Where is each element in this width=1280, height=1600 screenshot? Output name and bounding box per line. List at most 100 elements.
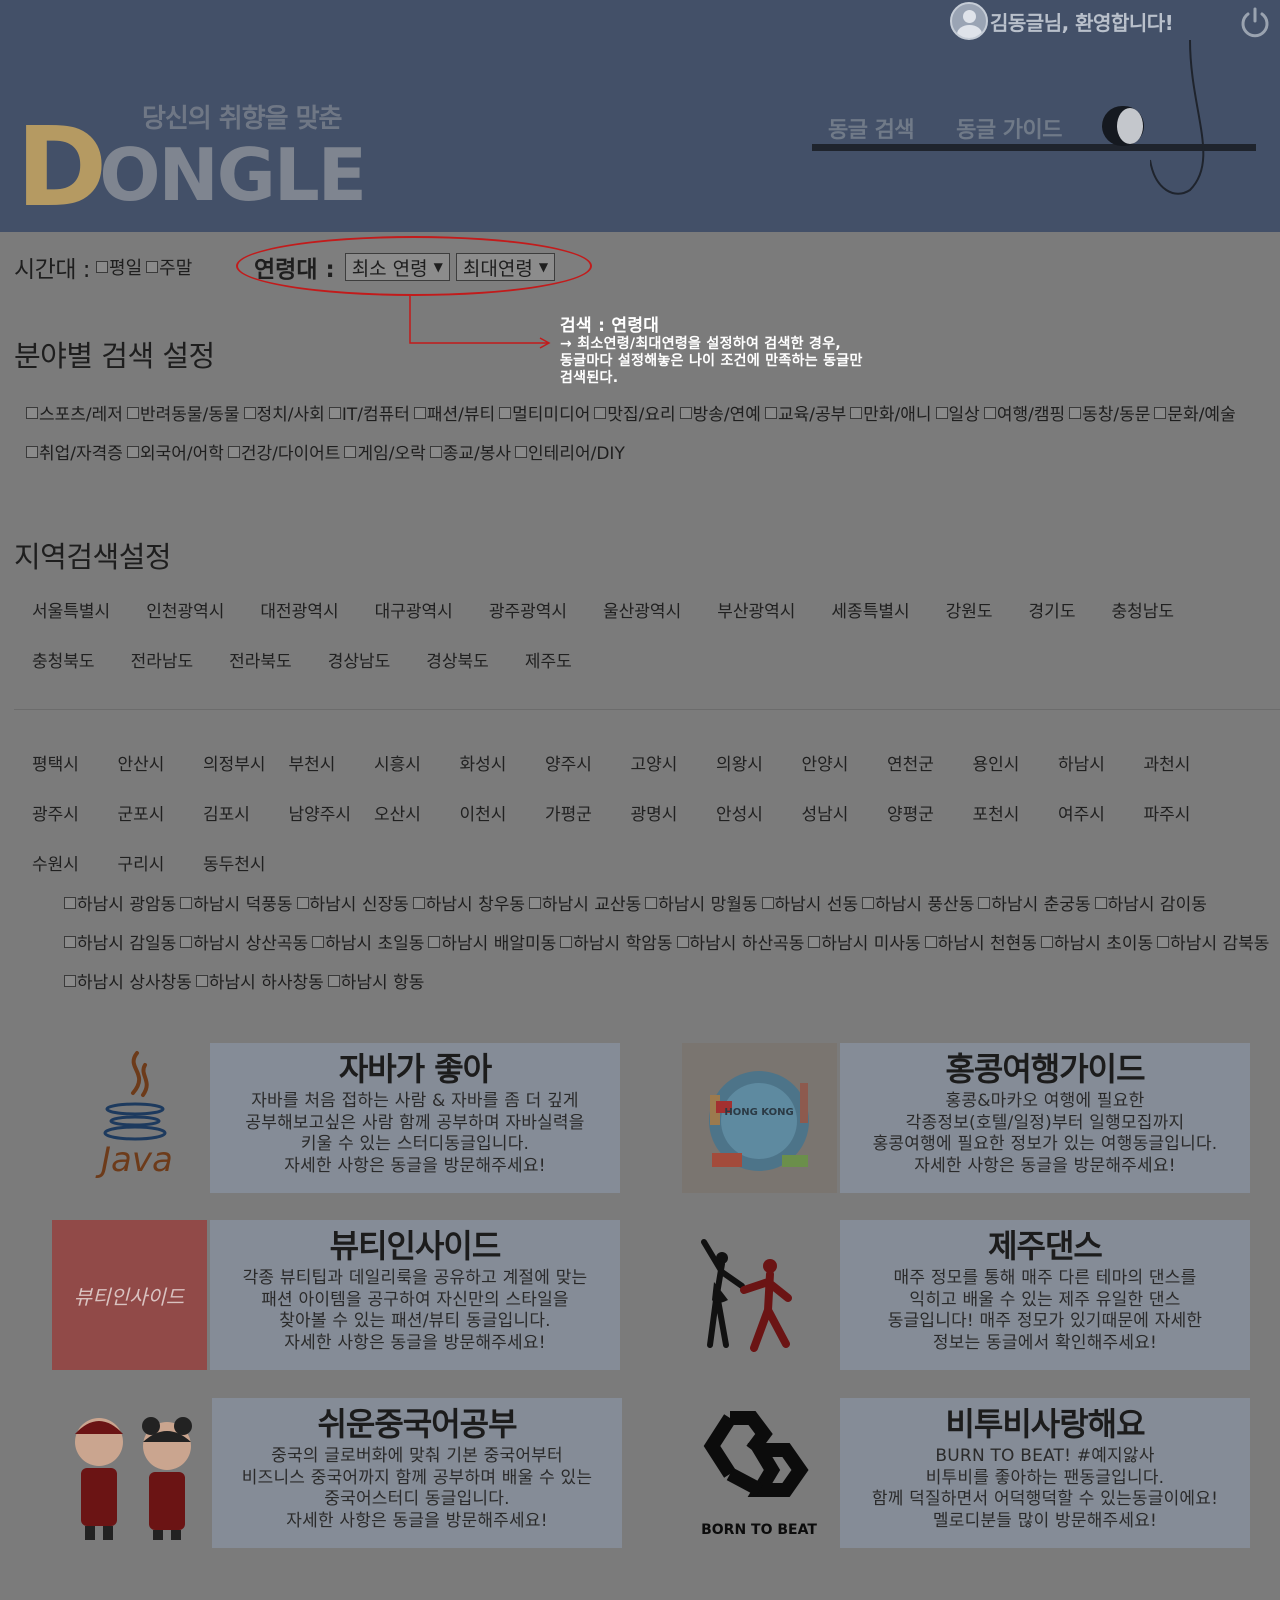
dong-option[interactable]: 하남시 하사창동 bbox=[195, 968, 324, 993]
dong-option[interactable]: 하남시 미사동 bbox=[808, 929, 921, 954]
checkbox[interactable] bbox=[180, 935, 193, 948]
region-link[interactable]: 제주도 bbox=[525, 647, 572, 672]
region-link[interactable]: 충청북도 bbox=[32, 647, 95, 672]
dongle-card-chinese[interactable]: 쉬운중국어공부 중국의 글로버화에 맞춰 기본 중국어부터 비즈니스 중국어까지 … bbox=[212, 1398, 622, 1548]
dong-option[interactable]: 하남시 감일동 bbox=[64, 929, 176, 954]
user-avatar-icon[interactable] bbox=[950, 2, 988, 40]
checkbox[interactable] bbox=[227, 445, 240, 458]
region-link[interactable]: 전라남도 bbox=[131, 647, 194, 672]
region-link[interactable]: 전라북도 bbox=[229, 647, 292, 672]
category-option[interactable]: 건강/다이어트 bbox=[227, 439, 340, 464]
region-link[interactable]: 경상북도 bbox=[426, 647, 489, 672]
logout-power-icon[interactable] bbox=[1238, 6, 1272, 40]
dong-option[interactable]: 하남시 상산곡동 bbox=[180, 929, 308, 954]
hongkong-travel-icon[interactable]: HONG KONG bbox=[682, 1043, 837, 1193]
category-option[interactable]: 취업/자격증 bbox=[26, 439, 123, 464]
checkbox[interactable] bbox=[64, 974, 76, 987]
checkbox[interactable] bbox=[1069, 406, 1082, 419]
checkbox[interactable] bbox=[1154, 406, 1167, 419]
checkbox[interactable] bbox=[328, 406, 341, 419]
category-option[interactable]: 문화/예술 bbox=[1154, 400, 1236, 425]
city-link[interactable]: 화성시 bbox=[460, 750, 510, 775]
city-link[interactable]: 안성시 bbox=[716, 800, 766, 825]
checkbox[interactable] bbox=[515, 445, 528, 458]
checkbox[interactable] bbox=[126, 445, 139, 458]
dong-option[interactable]: 하남시 풍산동 bbox=[862, 890, 974, 915]
category-option[interactable]: 반려동물/동물 bbox=[126, 400, 240, 425]
checkbox[interactable] bbox=[126, 406, 139, 419]
checkbox[interactable] bbox=[499, 406, 512, 419]
dong-option[interactable]: 하남시 덕풍동 bbox=[180, 890, 293, 915]
region-link[interactable]: 광주광역시 bbox=[489, 597, 567, 622]
city-link[interactable]: 오산시 bbox=[374, 800, 424, 825]
checkbox[interactable] bbox=[1094, 896, 1107, 909]
region-link[interactable]: 서울특별시 bbox=[32, 597, 110, 622]
brand-logo[interactable]: D ONGLE bbox=[16, 112, 367, 222]
dong-option[interactable]: 하남시 감북동 bbox=[1157, 929, 1269, 954]
city-link[interactable]: 가평군 bbox=[545, 800, 595, 825]
dong-option[interactable]: 하남시 신장동 bbox=[296, 890, 409, 915]
checkbox[interactable] bbox=[180, 896, 193, 909]
category-option[interactable]: 인테리어/DIY bbox=[515, 439, 625, 464]
category-option[interactable]: 만화/애니 bbox=[850, 400, 932, 425]
city-link[interactable]: 파주시 bbox=[1144, 800, 1194, 825]
java-logo-icon[interactable]: Java bbox=[55, 1043, 210, 1193]
region-link[interactable]: 대구광역시 bbox=[375, 597, 453, 622]
region-link[interactable]: 울산광역시 bbox=[603, 597, 681, 622]
checkbox[interactable] bbox=[428, 935, 441, 948]
dong-option[interactable]: 하남시 배알미동 bbox=[428, 929, 556, 954]
city-link[interactable]: 의왕시 bbox=[716, 750, 766, 775]
category-option[interactable]: 동창/동문 bbox=[1069, 400, 1150, 425]
beauty-inside-logo-icon[interactable]: 뷰티인사이드 bbox=[52, 1220, 207, 1370]
dongle-card-beauty[interactable]: 뷰티인사이드 각종 뷰티팁과 데일리룩을 공유하고 계절에 맞는 패션 아이템을 … bbox=[210, 1220, 620, 1370]
checkbox[interactable] bbox=[924, 935, 937, 948]
checkbox[interactable] bbox=[26, 406, 38, 419]
category-option[interactable]: 교육/공부 bbox=[764, 400, 846, 425]
category-option[interactable]: 스포츠/레저 bbox=[26, 400, 123, 425]
city-link[interactable]: 군포시 bbox=[118, 800, 168, 825]
dongle-card-btob[interactable]: 비투비사랑해요 BURN TO BEAT! #예지앓사 비투비를 좋아하는 팬동글… bbox=[840, 1398, 1250, 1548]
checkbox[interactable] bbox=[26, 445, 38, 458]
age-min-select[interactable]: 최소 연령 ▼ bbox=[344, 253, 450, 281]
checkbox[interactable] bbox=[1157, 935, 1170, 948]
city-link[interactable]: 시흥시 bbox=[374, 750, 424, 775]
chinese-kids-icon[interactable] bbox=[55, 1398, 210, 1548]
checkbox[interactable] bbox=[64, 896, 76, 909]
checkbox[interactable] bbox=[761, 896, 774, 909]
region-link[interactable]: 대전광역시 bbox=[260, 597, 338, 622]
checkbox[interactable] bbox=[64, 935, 76, 948]
weekday-checkbox[interactable] bbox=[96, 261, 109, 273]
dongle-card-dance[interactable]: 제주댄스 매주 정모를 통해 매주 다른 테마의 댄스를 익히고 배울 수 있는 … bbox=[840, 1220, 1250, 1370]
category-option[interactable]: IT/컴퓨터 bbox=[328, 400, 410, 425]
city-link[interactable]: 평택시 bbox=[32, 750, 82, 775]
checkbox[interactable] bbox=[344, 445, 357, 458]
checkbox[interactable] bbox=[296, 896, 309, 909]
region-link[interactable]: 충청남도 bbox=[1111, 597, 1174, 622]
dong-option[interactable]: 하남시 초일동 bbox=[312, 929, 424, 954]
category-option[interactable]: 외국어/어학 bbox=[126, 439, 224, 464]
city-link[interactable]: 안양시 bbox=[802, 750, 852, 775]
btob-logo-icon[interactable]: BORN TO BEAT bbox=[682, 1398, 837, 1548]
dong-option[interactable]: 하남시 선동 bbox=[761, 890, 858, 915]
checkbox[interactable] bbox=[676, 935, 689, 948]
region-link[interactable]: 경상남도 bbox=[328, 647, 391, 672]
checkbox[interactable] bbox=[862, 896, 875, 909]
dong-option[interactable]: 하남시 항동 bbox=[327, 968, 424, 993]
city-link[interactable]: 용인시 bbox=[973, 750, 1023, 775]
category-option[interactable]: 일상 bbox=[935, 400, 980, 425]
checkbox[interactable] bbox=[594, 406, 607, 419]
dong-option[interactable]: 하남시 감이동 bbox=[1094, 890, 1207, 915]
city-link[interactable]: 광명시 bbox=[631, 800, 681, 825]
city-link[interactable]: 수원시 bbox=[32, 850, 82, 875]
age-max-select[interactable]: 최대연령 ▼ bbox=[455, 253, 556, 281]
region-link[interactable]: 경기도 bbox=[1029, 597, 1076, 622]
checkbox[interactable] bbox=[764, 406, 777, 419]
city-link[interactable]: 과천시 bbox=[1144, 750, 1194, 775]
region-link[interactable]: 부산광역시 bbox=[717, 597, 795, 622]
city-link[interactable]: 고양시 bbox=[631, 750, 681, 775]
checkbox[interactable] bbox=[850, 406, 863, 419]
city-link[interactable]: 구리시 bbox=[118, 850, 168, 875]
dong-option[interactable]: 하남시 하산곡동 bbox=[676, 929, 804, 954]
category-option[interactable]: 패션/뷰티 bbox=[413, 400, 495, 425]
checkbox[interactable] bbox=[413, 406, 426, 419]
